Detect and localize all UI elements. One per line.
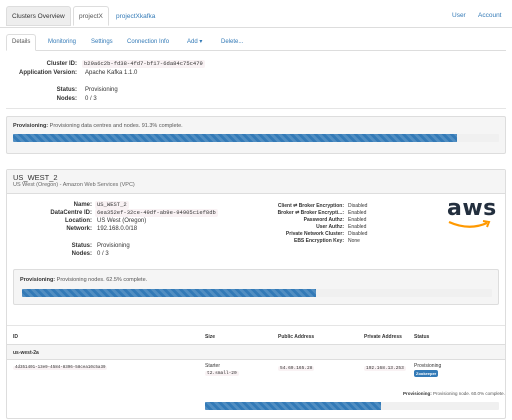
th-private: Private Address (364, 334, 402, 340)
dc-progress-title: Provisioning: (20, 277, 56, 283)
cluster-progress-bar (13, 134, 499, 142)
node-progress-bar (205, 402, 499, 410)
tab-projectxkafka[interactable]: projectXkafka (110, 6, 161, 26)
divider (6, 108, 506, 109)
dc-id-value: 6ea352ef-32ce-49df-ab9e-94905c1ef8db (95, 209, 218, 217)
node-progress-fill (205, 402, 382, 410)
datacentre-subtitle: US West (Oregon) - Amazon Web Services (… (13, 182, 135, 188)
aws-logo-text: aws (447, 196, 497, 221)
node-size-code: t2.small-20 (205, 371, 239, 376)
ebs-key-label: EBS Encryption Key: (293, 238, 344, 244)
status-label: Status: (56, 87, 77, 93)
dc-nodes-value: 0 / 3 (97, 251, 109, 257)
nodes-value: 0 / 3 (85, 96, 97, 102)
node-public-address: 54.69.165.28 (278, 366, 315, 371)
broker-broker-encryption-value: Enabled (348, 210, 367, 216)
table-row[interactable]: 4d351401-13e9-4584-8396-58cea10c5a39 Sta… (7, 360, 505, 386)
node-private-address: 192.168.13.253 (364, 366, 406, 371)
private-network-label: Private Network Cluster: (285, 231, 344, 237)
ebs-key-value: None (348, 238, 360, 244)
th-size: Size (205, 334, 216, 340)
cluster-progress-panel: Provisioning: Provisioning data centres … (6, 116, 506, 154)
security-settings: Client ⇌ Broker Encryption: Disabled Bro… (227, 203, 387, 251)
password-authz-value: Enabled (348, 217, 367, 223)
network-value: 192.168.0.0/18 (97, 226, 138, 232)
detail-tabs: Details Monitoring Settings Connection I… (6, 34, 506, 51)
rack-label: us-west-2a (13, 350, 39, 356)
nodes-label: Nodes: (56, 96, 77, 102)
cluster-progress-fill (13, 134, 457, 142)
add-dropdown[interactable]: Add ▾ (181, 34, 208, 51)
datacentre-details: Name: US_WEST_2 DataCentre ID: 6ea352ef-… (7, 201, 227, 271)
node-status: Provisioning (414, 363, 442, 369)
account-link[interactable]: Account (478, 6, 502, 26)
aws-smile-icon (448, 220, 491, 228)
zookeeper-badge: Zookeeper (414, 370, 439, 377)
datacentre-header: US_WEST_2 US West (Oregon) - Amazon Web … (7, 170, 505, 194)
top-navigation: Clusters Overview projectX projectXkafka… (0, 0, 512, 28)
node-progress-title: Provisioning: (403, 391, 432, 396)
rack-row (7, 345, 505, 359)
node-progress-message: Provisioning node. 60.0% complete. (433, 391, 505, 396)
cluster-progress-text: Provisioning: Provisioning data centres … (13, 123, 183, 129)
datacentre-panel: US_WEST_2 US West (Oregon) - Amazon Web … (6, 169, 506, 419)
private-network-value: Disabled (348, 231, 368, 237)
app-version-label: Application Version: (18, 70, 77, 76)
password-authz-label: Password Authz: (303, 217, 344, 223)
user-authz-value: Enabled (348, 224, 367, 230)
status-value: Provisioning (85, 87, 118, 93)
tab-clusters-overview[interactable]: Clusters Overview (6, 6, 71, 26)
dc-progress-text: Provisioning: Provisioning nodes. 62.5% … (20, 277, 147, 283)
cluster-id-label: Cluster ID: (46, 61, 77, 67)
tab-connection-info[interactable]: Connection Info (121, 34, 175, 51)
dc-progress-panel: Provisioning: Provisioning nodes. 62.5% … (13, 269, 499, 305)
tab-projectx[interactable]: projectX (73, 6, 109, 26)
tab-settings[interactable]: Settings (85, 34, 119, 51)
client-broker-encryption-value: Disabled (348, 203, 368, 209)
node-id: 4d351401-13e9-4584-8396-58cea10c5a39 (13, 366, 108, 370)
location-value: US West (Oregon) (97, 218, 147, 224)
cluster-id-value: b29a6c2b-fd38-4fd7-bf17-6da84c75c479 (82, 60, 205, 68)
tab-details[interactable]: Details (6, 34, 37, 51)
app-version-value: Apache Kafka 1.1.0 (85, 70, 138, 76)
node-progress-text: Provisioning: Provisioning node. 60.0% c… (403, 391, 505, 396)
dc-progress-bar (22, 289, 492, 297)
progress-title: Provisioning: (13, 123, 49, 129)
dc-id-label: DataCentre ID: (50, 210, 92, 216)
datacentre-title: US_WEST_2 (13, 173, 58, 182)
user-authz-label: User Authz: (316, 224, 344, 230)
th-id: ID (13, 334, 18, 340)
dc-name-label: Name: (73, 202, 92, 208)
dc-status-value: Provisioning (97, 243, 130, 249)
th-public: Public Address (278, 334, 315, 340)
client-broker-encryption-label: Client ⇌ Broker Encryption: (277, 203, 344, 209)
delete-link[interactable]: Delete... (215, 34, 249, 51)
aws-logo: aws (447, 198, 497, 232)
tab-monitoring[interactable]: Monitoring (42, 34, 82, 51)
cluster-details: Cluster ID: b29a6c2b-fd38-4fd7-bf17-6da8… (0, 60, 260, 120)
divider (7, 325, 505, 326)
dc-name-value: US_WEST_2 (95, 201, 129, 209)
progress-message: Provisioning data centres and nodes. 91.… (49, 123, 183, 129)
user-link[interactable]: User (452, 6, 466, 26)
zookeeper-badge-label: Zookeeper (414, 370, 439, 377)
dc-progress-message: Provisioning nodes. 62.5% complete. (56, 277, 148, 283)
network-label: Network: (66, 226, 92, 232)
dc-status-label: Status: (71, 243, 92, 249)
location-label: Location: (65, 218, 92, 224)
nodes-table: ID Size Public Address Private Address S… (7, 330, 505, 420)
dc-progress-fill (22, 289, 316, 297)
broker-broker-encryption-label: Broker ⇌ Broker Encrypti...: (277, 210, 344, 216)
node-size-label: Starter (205, 363, 221, 369)
dc-nodes-label: Nodes: (71, 251, 92, 257)
th-status: Status (414, 334, 430, 340)
